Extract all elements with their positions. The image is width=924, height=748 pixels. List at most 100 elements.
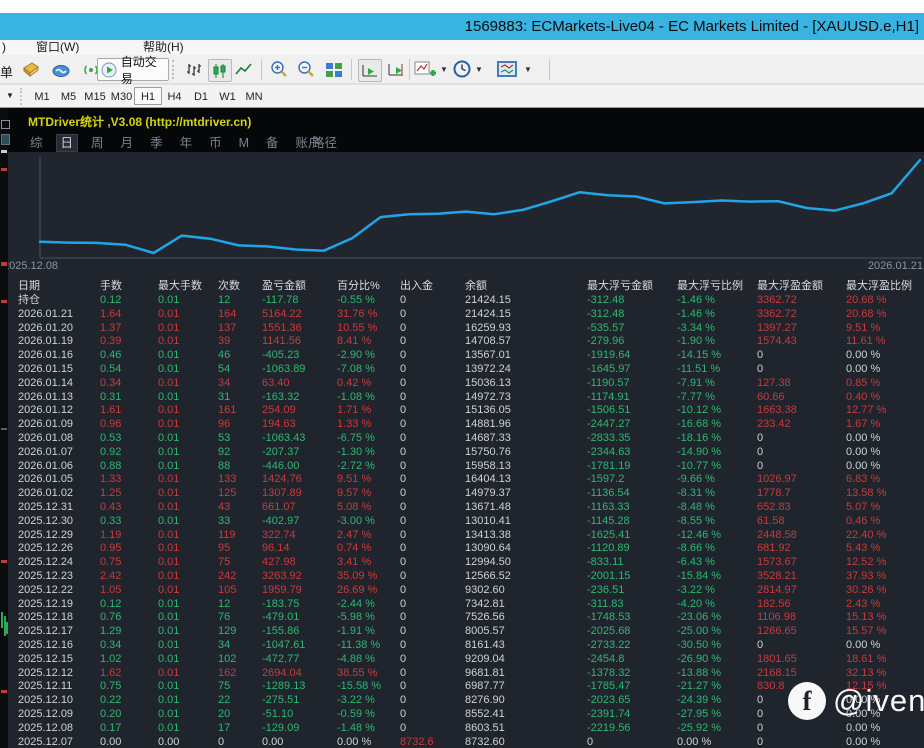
- cell-lots: 1.61: [100, 404, 158, 418]
- cell-inout: 0: [400, 308, 465, 322]
- toolbar-grip[interactable]: [172, 60, 177, 79]
- timeframe-m5[interactable]: M5: [55, 87, 83, 105]
- cloud-icon[interactable]: [50, 59, 72, 80]
- cell-count: 102: [218, 653, 262, 667]
- new-order-icon[interactable]: [20, 59, 42, 80]
- cell-max_fp: 2448.58: [757, 529, 846, 543]
- new-order-button-fragment[interactable]: 单: [0, 62, 13, 81]
- cell-max_dd: -2023.65: [587, 694, 677, 708]
- tab-币[interactable]: 币: [205, 134, 226, 152]
- chart-shift-icon[interactable]: [385, 59, 407, 80]
- tab-path[interactable]: 路径: [312, 134, 337, 152]
- candlestick-icon[interactable]: [208, 59, 232, 82]
- cell-date: 2026.01.21: [18, 308, 100, 322]
- tile-windows-icon[interactable]: [323, 59, 345, 80]
- cell-balance: 6987.77: [465, 680, 587, 694]
- cell-balance: 8161.43: [465, 639, 587, 653]
- timeframe-m30[interactable]: M30: [108, 87, 136, 105]
- toolbar-separator: [549, 59, 550, 80]
- table-row: 2025.12.221.050.011051959.7926.69 %09302…: [0, 584, 924, 598]
- bar-chart-icon[interactable]: [183, 59, 205, 80]
- cell-inout: 0: [400, 487, 465, 501]
- cell-max_dd: -1781.19: [587, 460, 677, 474]
- cell-inout: 0: [400, 418, 465, 432]
- dropdown-caret[interactable]: ▼: [440, 65, 448, 74]
- cell-max_lots: 0.01: [158, 611, 218, 625]
- cell-pnl: -129.09: [262, 722, 337, 736]
- cell-inout: 0: [400, 680, 465, 694]
- candle-mark: [1, 612, 3, 628]
- timeframe-h4[interactable]: H4: [161, 87, 189, 105]
- table-row: 2026.01.211.640.011645164.2231.76 %02142…: [0, 308, 924, 322]
- tab-季[interactable]: 季: [146, 134, 167, 152]
- tab-日[interactable]: 日: [56, 134, 79, 152]
- cell-max_fp_pct: 2.43 %: [846, 598, 924, 612]
- timeframe-d1[interactable]: D1: [187, 87, 215, 105]
- tick-mark: [1, 300, 7, 303]
- toolbar-separator: [351, 59, 352, 80]
- cell-count: 75: [218, 680, 262, 694]
- dropdown-caret[interactable]: ▼: [524, 65, 532, 74]
- cell-pnl: 427.98: [262, 556, 337, 570]
- toolbar-grip[interactable]: [20, 88, 25, 105]
- timeframe-mn[interactable]: MN: [240, 87, 268, 105]
- cell-pct: 38.55 %: [337, 667, 400, 681]
- cell-date: 2026.01.12: [18, 404, 100, 418]
- cell-max_dd_pct: -24.39 %: [677, 694, 757, 708]
- cell-lots: 1.02: [100, 653, 158, 667]
- cell-inout: 0: [400, 667, 465, 681]
- cell-max_dd_pct: -30.50 %: [677, 639, 757, 653]
- cell-max_lots: 0.01: [158, 460, 218, 474]
- indicators-icon[interactable]: [414, 59, 436, 80]
- cell-max_dd: -312.48: [587, 308, 677, 322]
- clock-icon[interactable]: [452, 59, 474, 80]
- line-chart-icon[interactable]: [233, 59, 255, 80]
- cell-max_dd: -1919.64: [587, 349, 677, 363]
- top-strip: [0, 0, 924, 13]
- dropdown-caret[interactable]: ▼: [475, 65, 483, 74]
- tab-周[interactable]: 周: [87, 134, 108, 152]
- cell-max_dd_pct: -8.31 %: [677, 487, 757, 501]
- cell-count: 96: [218, 418, 262, 432]
- cell-max_fp: 0: [757, 639, 846, 653]
- zoom-out-icon[interactable]: [295, 59, 317, 80]
- cell-count: 125: [218, 487, 262, 501]
- cell-balance: 15750.76: [465, 446, 587, 460]
- cell-max_lots: 0.01: [158, 294, 218, 308]
- cell-pnl: -1063.43: [262, 432, 337, 446]
- autotrade-button[interactable]: 自动交易: [97, 58, 169, 81]
- cell-max_dd_pct: -1.46 %: [677, 308, 757, 322]
- cell-date: 2025.12.23: [18, 570, 100, 584]
- cell-max_fp_pct: 0.85 %: [846, 377, 924, 391]
- timeframe-w1[interactable]: W1: [214, 87, 242, 105]
- table-row: 2025.12.070.000.0000.000.00 %8732.68732.…: [0, 736, 924, 748]
- cell-pnl: 254.09: [262, 404, 337, 418]
- tab-年[interactable]: 年: [176, 134, 197, 152]
- cell-inout: 0: [400, 542, 465, 556]
- cell-max_dd: -2391.74: [587, 708, 677, 722]
- cell-max_fp_pct: 0.00 %: [846, 446, 924, 460]
- cell-lots: 0.54: [100, 363, 158, 377]
- tab-月[interactable]: 月: [117, 134, 138, 152]
- tab-综[interactable]: 综: [26, 134, 47, 152]
- timeframe-h1[interactable]: H1: [134, 87, 162, 105]
- zoom-in-icon[interactable]: [268, 59, 290, 80]
- auto-scroll-icon[interactable]: [358, 59, 382, 82]
- table-row: 2025.12.291.190.01119322.742.47 %013413.…: [0, 529, 924, 543]
- cell-pct: -0.55 %: [337, 294, 400, 308]
- chevron-down-icon[interactable]: ▼: [6, 91, 14, 100]
- timeframe-m1[interactable]: M1: [28, 87, 56, 105]
- templates-icon[interactable]: [497, 59, 519, 80]
- cell-max_dd: -1145.28: [587, 515, 677, 529]
- cell-date: 2026.01.05: [18, 473, 100, 487]
- menu-item-window[interactable]: 窗口(W): [36, 40, 79, 55]
- tab-备[interactable]: 备: [262, 134, 283, 152]
- cell-lots: 1.62: [100, 667, 158, 681]
- timeframe-m15[interactable]: M15: [81, 87, 109, 105]
- cell-max_fp: 0: [757, 460, 846, 474]
- tab-M[interactable]: M: [235, 134, 253, 152]
- cell-lots: 0.33: [100, 515, 158, 529]
- cell-count: 75: [218, 556, 262, 570]
- cell-max_fp_pct: 6.83 %: [846, 473, 924, 487]
- table-row: 2025.12.080.170.0117-129.09-1.48 %08603.…: [0, 722, 924, 736]
